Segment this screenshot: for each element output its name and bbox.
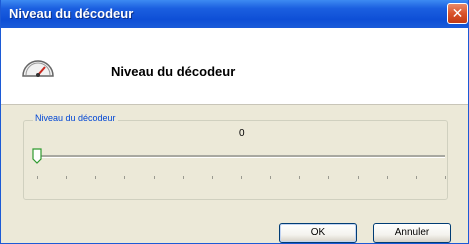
slider-tick <box>211 176 213 179</box>
title-bar[interactable]: Niveau du décodeur ✕ <box>1 0 468 28</box>
group-label: Niveau du décodeur <box>33 113 118 123</box>
slider-tick <box>299 176 301 179</box>
slider-tick <box>95 176 97 179</box>
slider-tick <box>182 176 184 179</box>
slider-tick <box>37 176 38 179</box>
gauge-icon <box>22 60 54 77</box>
slider-tick <box>445 176 446 179</box>
slider-tick <box>124 176 126 179</box>
ok-button[interactable]: OK <box>279 223 357 243</box>
slider-tick <box>415 176 417 179</box>
level-group-box <box>23 120 448 200</box>
slider-thumb[interactable] <box>32 148 42 164</box>
slider-tick <box>153 176 155 179</box>
slider-tick <box>357 176 359 179</box>
slider-tick <box>66 176 68 179</box>
slider-tick <box>386 176 388 179</box>
slider-track[interactable] <box>37 155 445 158</box>
slider-tick <box>270 176 272 179</box>
dialog-header: Niveau du décodeur <box>1 28 468 105</box>
slider-tick <box>241 176 242 179</box>
slider-tick <box>328 176 330 179</box>
window-title: Niveau du décodeur <box>9 6 134 21</box>
header-title: Niveau du décodeur <box>111 64 236 79</box>
slider-value: 0 <box>239 128 245 139</box>
cancel-button[interactable]: Annuler <box>373 223 451 243</box>
close-button[interactable]: ✕ <box>447 3 468 24</box>
dialog-window: Niveau du décodeur ✕ Niveau du décodeur … <box>0 0 469 244</box>
close-icon: ✕ <box>451 5 464 21</box>
